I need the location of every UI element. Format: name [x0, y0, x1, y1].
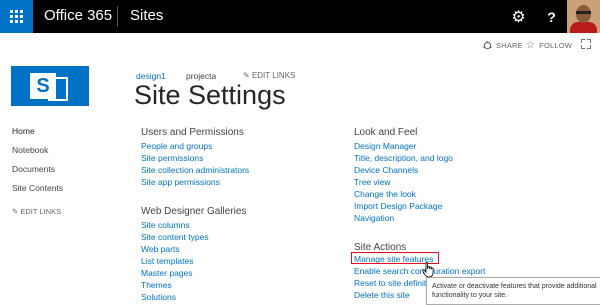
tooltip-text: Activate or deactivate features that pro…: [432, 283, 597, 299]
link-master-pages[interactable]: Master pages: [141, 268, 193, 278]
nav-item-home[interactable]: Home: [12, 126, 35, 136]
section-title-look-and-feel: Look and Feel: [354, 127, 418, 138]
link-delete-this-site[interactable]: Delete this site: [354, 290, 410, 300]
link-site-columns[interactable]: Site columns: [141, 220, 190, 230]
app-launcher-icon[interactable]: [0, 0, 33, 33]
sharepoint-logo-icon: S: [30, 73, 56, 99]
link-import-design-package[interactable]: Import Design Package: [354, 201, 442, 211]
link-web-parts[interactable]: Web parts: [141, 244, 180, 254]
focus-mode-icon[interactable]: [581, 39, 591, 49]
nav-item-site-contents[interactable]: Site Contents: [12, 183, 63, 193]
nav-item-notebook[interactable]: Notebook: [12, 145, 48, 155]
suite-bar: Office 365 Sites ⚙ ?: [0, 0, 600, 33]
link-change-the-look[interactable]: Change the look: [354, 189, 416, 199]
link-site-collection-admins[interactable]: Site collection administrators: [141, 165, 249, 175]
hand-cursor-icon: [422, 262, 434, 278]
help-icon[interactable]: ?: [535, 0, 568, 33]
edit-links-nav-button[interactable]: ✎ EDIT LINKS: [12, 207, 61, 216]
link-people-and-groups[interactable]: People and groups: [141, 141, 212, 151]
share-label: SHARE: [496, 40, 523, 50]
link-navigation[interactable]: Navigation: [354, 213, 394, 223]
follow-label: FOLLOW: [539, 40, 573, 50]
office365-brand[interactable]: Office 365: [44, 7, 112, 24]
section-title-galleries: Web Designer Galleries: [141, 206, 247, 217]
nav-item-documents[interactable]: Documents: [12, 164, 55, 174]
link-tree-view[interactable]: Tree view: [354, 177, 391, 187]
pencil-icon: ✎: [12, 207, 19, 216]
link-enable-search-config-export[interactable]: Enable search configuration export: [354, 266, 485, 276]
follow-button[interactable]: ☆ FOLLOW: [526, 36, 572, 54]
edit-links-top-label: EDIT LINKS: [251, 71, 296, 80]
pencil-icon: ✎: [243, 71, 250, 80]
link-title-description-logo[interactable]: Title, description, and logo: [354, 153, 453, 163]
gear-icon[interactable]: ⚙: [502, 0, 535, 33]
site-logo[interactable]: S: [11, 66, 89, 106]
link-themes[interactable]: Themes: [141, 280, 172, 290]
sites-link[interactable]: Sites: [130, 7, 163, 24]
edit-links-nav-label: EDIT LINKS: [20, 207, 62, 216]
link-site-app-permissions[interactable]: Site app permissions: [141, 177, 220, 187]
section-title-users: Users and Permissions: [141, 127, 244, 138]
share-button[interactable]: SHARE: [483, 36, 523, 54]
page-title: Site Settings: [134, 80, 286, 110]
link-design-manager[interactable]: Design Manager: [354, 141, 416, 151]
star-icon: ☆: [526, 39, 536, 51]
brand-divider: [117, 6, 118, 27]
link-site-permissions[interactable]: Site permissions: [141, 153, 203, 163]
link-site-content-types[interactable]: Site content types: [141, 232, 209, 242]
share-icon: [483, 40, 492, 49]
edit-links-top-button[interactable]: ✎ EDIT LINKS: [243, 71, 295, 80]
link-device-channels[interactable]: Device Channels: [354, 165, 418, 175]
link-list-templates[interactable]: List templates: [141, 256, 193, 266]
avatar[interactable]: [567, 0, 600, 33]
